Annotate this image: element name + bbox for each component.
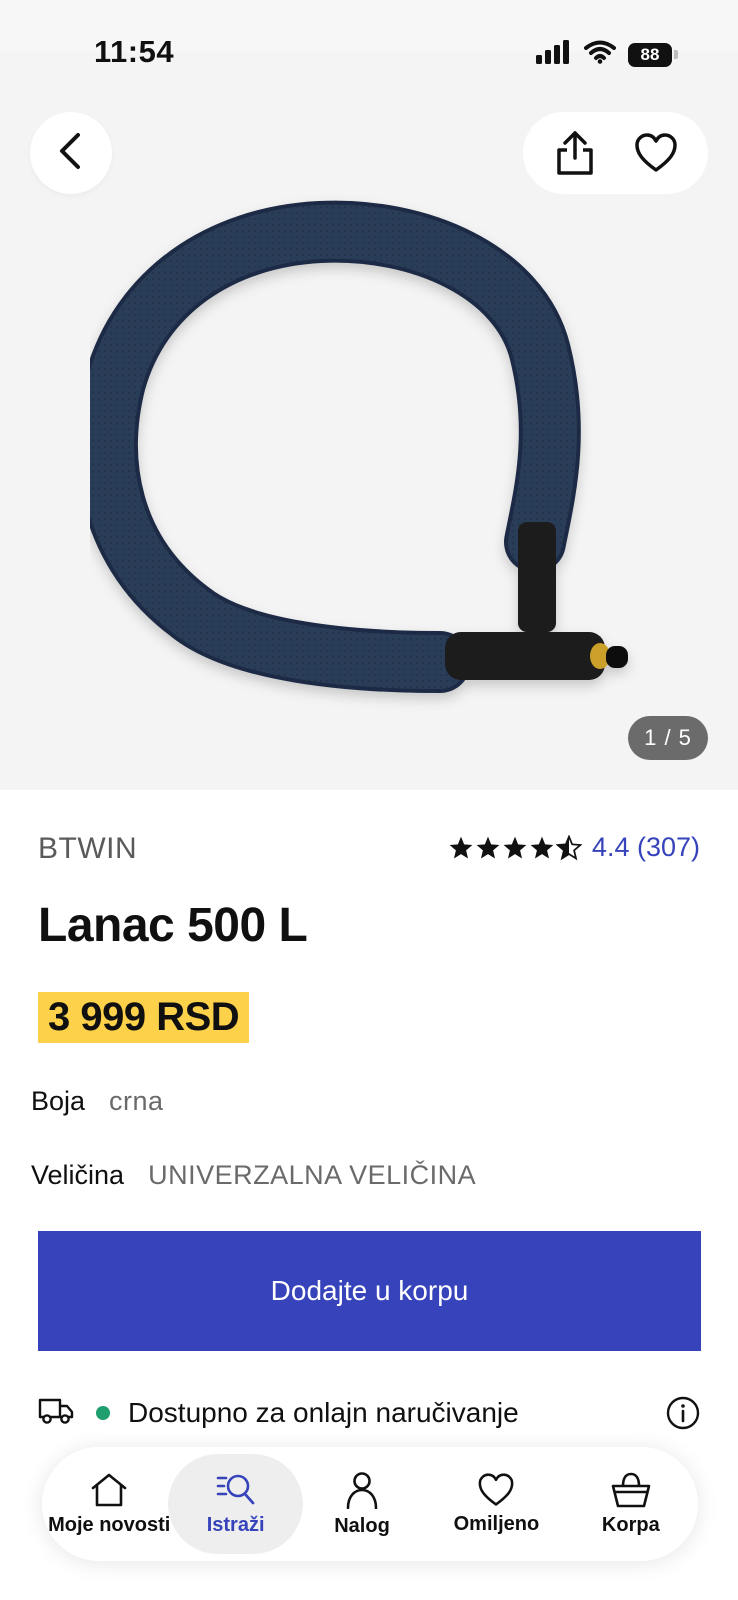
color-label: Boja: [31, 1086, 86, 1116]
availability-status-dot: [96, 1406, 110, 1420]
tab-korpa[interactable]: Korpa: [564, 1454, 698, 1554]
star-full-icon: [503, 836, 527, 859]
account-icon: [346, 1471, 378, 1509]
delivery-truck-icon: [38, 1397, 74, 1430]
tab-label: Nalog: [334, 1514, 390, 1537]
status-time: 11:54: [94, 34, 175, 69]
product-gallery[interactable]: 1 / 5: [0, 52, 738, 790]
star-full-icon: [449, 836, 473, 859]
tab-istrazi[interactable]: Istraži: [168, 1454, 303, 1554]
tab-omiljeno[interactable]: Omiljeno: [429, 1454, 563, 1554]
explore-icon: [216, 1474, 255, 1504]
add-to-cart-button[interactable]: Dodajte u korpu: [38, 1231, 701, 1351]
rating-stars: [448, 834, 582, 861]
back-button[interactable]: [30, 112, 112, 194]
brand-name[interactable]: BTWIN: [38, 832, 137, 866]
availability-text: Dostupno za onlajn naručivanje: [128, 1397, 519, 1428]
basket-icon: [611, 1472, 651, 1507]
battery-level: 88: [628, 42, 672, 67]
star-full-icon: [476, 836, 500, 859]
product-title: Lanac 500 L: [38, 899, 308, 952]
share-icon[interactable]: [545, 123, 605, 183]
star-half-icon: [555, 834, 582, 860]
favorite-heart-icon[interactable]: [626, 123, 686, 183]
product-image: [90, 200, 628, 693]
bottom-tab-bar: Moje novosti Istraži Nalog Omiljeno Korp…: [42, 1447, 698, 1561]
availability-row: Dostupno za onlajn naručivanje: [38, 1396, 700, 1430]
signal-icon: [536, 40, 572, 69]
rating-text: 4.4 (307): [591, 832, 700, 862]
color-attribute[interactable]: Boja crna: [31, 1086, 164, 1117]
status-icons: 88: [536, 40, 678, 69]
star-full-icon: [530, 836, 554, 859]
tab-label: Omiljeno: [453, 1512, 540, 1535]
status-bar: 11:54 88: [0, 0, 738, 69]
rating[interactable]: 4.4 (307): [448, 832, 700, 863]
size-attribute[interactable]: Veličina UNIVERZALNA VELIČINA: [31, 1160, 476, 1191]
tab-nalog[interactable]: Nalog: [295, 1454, 429, 1554]
battery-icon: 88: [628, 42, 678, 67]
tab-moje-novosti[interactable]: Moje novosti: [42, 1454, 176, 1554]
wifi-icon: [584, 40, 616, 69]
size-value: UNIVERZALNA VELIČINA: [148, 1160, 477, 1190]
heart-icon: [478, 1472, 514, 1506]
gallery-actions: [523, 112, 708, 194]
tab-label: Korpa: [601, 1513, 660, 1536]
info-icon[interactable]: [666, 1396, 700, 1430]
tab-label: Moje novosti: [48, 1513, 171, 1536]
size-label: Veličina: [31, 1160, 125, 1190]
tab-label: Istraži: [206, 1513, 265, 1536]
product-price: 3 999 RSD: [38, 992, 250, 1043]
home-icon: [91, 1473, 127, 1506]
image-counter: 1 / 5: [628, 716, 708, 760]
color-value: crna: [109, 1086, 164, 1116]
chevron-left-icon: [56, 132, 86, 175]
